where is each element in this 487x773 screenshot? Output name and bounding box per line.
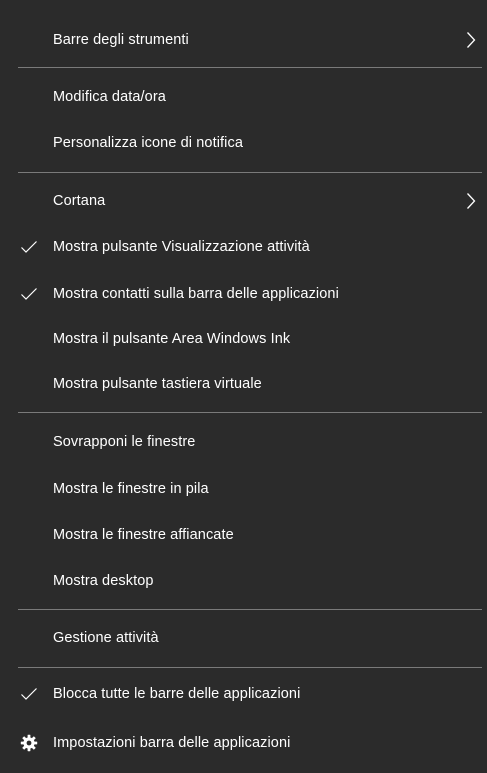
menu-item-label: Mostra contatti sulla barra delle applic… — [53, 286, 339, 302]
chevron-right-icon — [464, 191, 478, 211]
menu-item-label: Blocca tutte le barre delle applicazioni — [53, 686, 301, 702]
menu-item-label: Mostra il pulsante Area Windows Ink — [53, 331, 291, 347]
menu-separator — [18, 412, 482, 413]
menu-item-lock-taskbars[interactable]: Blocca tutte le barre delle applicazioni — [0, 671, 487, 717]
menu-item-show-people[interactable]: Mostra contatti sulla barra delle applic… — [0, 271, 487, 317]
menu-item-label: Mostra desktop — [53, 573, 154, 589]
menu-item-label: Mostra le finestre affiancate — [53, 527, 234, 543]
menu-separator — [18, 609, 482, 610]
menu-item-show-touch-keyboard[interactable]: Mostra pulsante tastiera virtuale — [0, 361, 487, 407]
checkmark-icon — [18, 683, 40, 705]
menu-item-label: Mostra pulsante tastiera virtuale — [53, 376, 262, 392]
menu-item-label: Mostra pulsante Visualizzazione attività — [53, 239, 310, 255]
menu-item-label: Modifica data/ora — [53, 89, 166, 105]
menu-item-stacked-windows[interactable]: Mostra le finestre in pila — [0, 466, 487, 512]
menu-separator — [18, 172, 482, 173]
menu-item-label: Impostazioni barra delle applicazioni — [53, 735, 291, 751]
menu-item-show-ink-workspace[interactable]: Mostra il pulsante Area Windows Ink — [0, 316, 487, 362]
menu-item-taskbar-settings[interactable]: Impostazioni barra delle applicazioni — [0, 720, 487, 766]
menu-item-show-task-view[interactable]: Mostra pulsante Visualizzazione attività — [0, 224, 487, 270]
gear-icon — [18, 732, 40, 754]
menu-item-label: Cortana — [53, 193, 106, 209]
menu-item-adjust-datetime[interactable]: Modifica data/ora — [0, 74, 487, 120]
menu-item-toolbars[interactable]: Barre degli strumenti — [0, 17, 487, 63]
menu-item-cortana[interactable]: Cortana — [0, 178, 487, 224]
menu-item-side-by-side-windows[interactable]: Mostra le finestre affiancate — [0, 512, 487, 558]
chevron-right-icon — [464, 30, 478, 50]
menu-item-label: Gestione attività — [53, 630, 159, 646]
menu-item-label: Personalizza icone di notifica — [53, 135, 243, 151]
menu-item-cascade-windows[interactable]: Sovrapponi le finestre — [0, 419, 487, 465]
menu-item-label: Barre degli strumenti — [53, 32, 189, 48]
menu-separator — [18, 67, 482, 68]
checkmark-icon — [18, 236, 40, 258]
taskbar-context-menu: Barre degli strumenti Modifica data/ora … — [0, 0, 487, 773]
menu-item-show-desktop[interactable]: Mostra desktop — [0, 558, 487, 604]
menu-item-task-manager[interactable]: Gestione attività — [0, 615, 487, 661]
menu-item-customize-notification-icons[interactable]: Personalizza icone di notifica — [0, 120, 487, 166]
menu-item-label: Sovrapponi le finestre — [53, 434, 196, 450]
menu-item-label: Mostra le finestre in pila — [53, 481, 209, 497]
checkmark-icon — [18, 283, 40, 305]
menu-separator — [18, 667, 482, 668]
